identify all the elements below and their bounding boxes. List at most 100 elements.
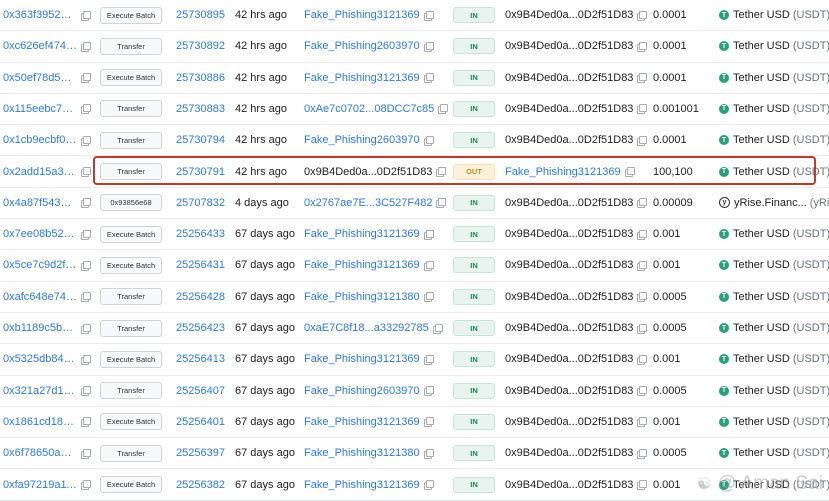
tx-hash-link[interactable]: 0xfa97219a111... (3, 479, 77, 491)
tx-hash-link[interactable]: 0x5325db84c2... (3, 353, 77, 365)
copy-icon[interactable] (81, 354, 91, 365)
tx-hash-link[interactable]: 0x2add15a3cc... (3, 166, 77, 178)
block-link[interactable]: 25256401 (176, 407, 225, 437)
copy-icon[interactable] (81, 41, 91, 52)
tx-hash-link[interactable]: 0x115eebc781... (3, 103, 77, 115)
copy-icon[interactable] (81, 10, 91, 21)
copy-icon[interactable] (423, 10, 434, 21)
copy-icon[interactable] (81, 260, 91, 271)
from-address[interactable]: Fake_Phishing2603970 (304, 385, 420, 397)
block-link[interactable]: 25256407 (176, 376, 225, 406)
copy-icon[interactable] (624, 167, 635, 177)
tx-hash-link[interactable]: 0xb1189c5b9b... (3, 322, 77, 334)
token-cell[interactable]: y yRise.Financ...(yRise) (719, 188, 829, 218)
block-link[interactable]: 25256433 (176, 219, 225, 249)
token-cell[interactable]: T Tether USD (USDT) (719, 282, 829, 312)
copy-icon[interactable] (81, 167, 91, 177)
token-cell[interactable]: T Tether USD (USDT) (719, 157, 829, 187)
copy-icon[interactable] (637, 229, 648, 240)
copy-icon[interactable] (436, 198, 447, 209)
copy-icon[interactable] (81, 448, 91, 459)
copy-icon[interactable] (637, 386, 648, 397)
copy-icon[interactable] (423, 480, 434, 490)
block-link[interactable]: 25730883 (176, 94, 225, 124)
tx-hash-link[interactable]: 0x363f3952a5a... (3, 9, 77, 21)
from-address[interactable]: 0xaE7C8f18...a33292785 (304, 322, 429, 334)
token-cell[interactable]: T Tether USD (USDT) (719, 407, 829, 437)
copy-icon[interactable] (81, 386, 91, 397)
copy-icon[interactable] (637, 354, 648, 365)
token-cell[interactable]: T Tether USD (USDT) (719, 250, 829, 280)
copy-icon[interactable] (81, 135, 91, 146)
tx-hash-link[interactable]: 0x7ee08b5217f... (3, 228, 77, 240)
block-link[interactable]: 25256397 (176, 438, 225, 468)
token-cell[interactable]: T Tether USD (USDT) (719, 0, 829, 30)
block-link[interactable]: 25730794 (176, 125, 225, 155)
block-link[interactable]: 25730892 (176, 31, 225, 61)
token-cell[interactable]: T Tether USD (USDT) (719, 313, 829, 343)
block-link[interactable]: 25256382 (176, 470, 225, 500)
token-cell[interactable]: T Tether USD (USDT) (719, 344, 829, 374)
from-address[interactable]: Fake_Phishing3121369 (304, 9, 420, 21)
from-address[interactable]: 0x2767ae7E...3C527F482 (304, 197, 432, 209)
copy-icon[interactable] (423, 41, 434, 52)
copy-icon[interactable] (637, 10, 648, 21)
token-cell[interactable]: T Tether USD (USDT) (719, 125, 829, 155)
copy-icon[interactable] (637, 292, 648, 303)
from-address[interactable]: Fake_Phishing2603970 (304, 40, 420, 52)
copy-icon[interactable] (637, 480, 648, 490)
from-address[interactable]: Fake_Phishing3121369 (304, 72, 420, 84)
copy-icon[interactable] (81, 229, 91, 240)
copy-icon[interactable] (423, 73, 434, 84)
tx-hash-link[interactable]: 0x1cb9ecbf00b... (3, 134, 77, 146)
block-link[interactable]: 25256431 (176, 250, 225, 280)
from-address[interactable]: Fake_Phishing3121380 (304, 447, 420, 459)
token-cell[interactable]: T Tether USD (USDT) (719, 376, 829, 406)
token-cell[interactable]: T Tether USD (USDT) (719, 438, 829, 468)
block-link[interactable]: 25730895 (176, 0, 225, 30)
copy-icon[interactable] (438, 104, 449, 115)
copy-icon[interactable] (81, 104, 91, 115)
from-address[interactable]: Fake_Phishing3121369 (304, 353, 420, 365)
token-cell[interactable]: T Tether USD (USDT) (719, 219, 829, 249)
copy-icon[interactable] (637, 448, 648, 459)
copy-icon[interactable] (423, 354, 434, 365)
copy-icon[interactable] (432, 323, 443, 334)
copy-icon[interactable] (81, 480, 91, 490)
copy-icon[interactable] (637, 104, 648, 115)
copy-icon[interactable] (436, 167, 447, 177)
tx-hash-link[interactable]: 0x50ef78d5717... (3, 72, 77, 84)
block-link[interactable]: 25707832 (176, 188, 225, 218)
tx-hash-link[interactable]: 0x5ce7c9d2fe8... (3, 259, 77, 271)
token-cell[interactable]: T Tether USD (USDT) (719, 63, 829, 93)
copy-icon[interactable] (423, 417, 434, 428)
copy-icon[interactable] (637, 73, 648, 84)
copy-icon[interactable] (423, 292, 434, 303)
copy-icon[interactable] (637, 41, 648, 52)
copy-icon[interactable] (637, 417, 648, 428)
token-cell[interactable]: T Tether USD (USDT) (719, 31, 829, 61)
block-link[interactable]: 25256423 (176, 313, 225, 343)
from-address[interactable]: Fake_Phishing3121369 (304, 259, 420, 271)
from-address[interactable]: Fake_Phishing3121380 (304, 291, 420, 303)
block-link[interactable]: 25256413 (176, 344, 225, 374)
copy-icon[interactable] (81, 73, 91, 84)
from-address[interactable]: Fake_Phishing3121369 (304, 228, 420, 240)
from-address[interactable]: 0xAe7c0702...08DCC7c85 (304, 103, 434, 115)
copy-icon[interactable] (637, 260, 648, 271)
to-address[interactable]: Fake_Phishing3121369 (505, 166, 621, 178)
copy-icon[interactable] (637, 323, 648, 334)
token-cell[interactable]: T Tether USD (USDT) (719, 94, 829, 124)
tx-hash-link[interactable]: 0xafc648e74ad... (3, 291, 77, 303)
block-link[interactable]: 25730886 (176, 63, 225, 93)
from-address[interactable]: Fake_Phishing3121369 (304, 416, 420, 428)
copy-icon[interactable] (637, 135, 648, 146)
from-address[interactable]: Fake_Phishing3121369 (304, 479, 420, 491)
block-link[interactable]: 25256428 (176, 282, 225, 312)
copy-icon[interactable] (423, 229, 434, 240)
tx-hash-link[interactable]: 0x321a27d190... (3, 385, 77, 397)
copy-icon[interactable] (81, 323, 91, 334)
copy-icon[interactable] (81, 198, 91, 209)
copy-icon[interactable] (81, 417, 91, 428)
tx-hash-link[interactable]: 0x1861cd185cf... (3, 416, 77, 428)
